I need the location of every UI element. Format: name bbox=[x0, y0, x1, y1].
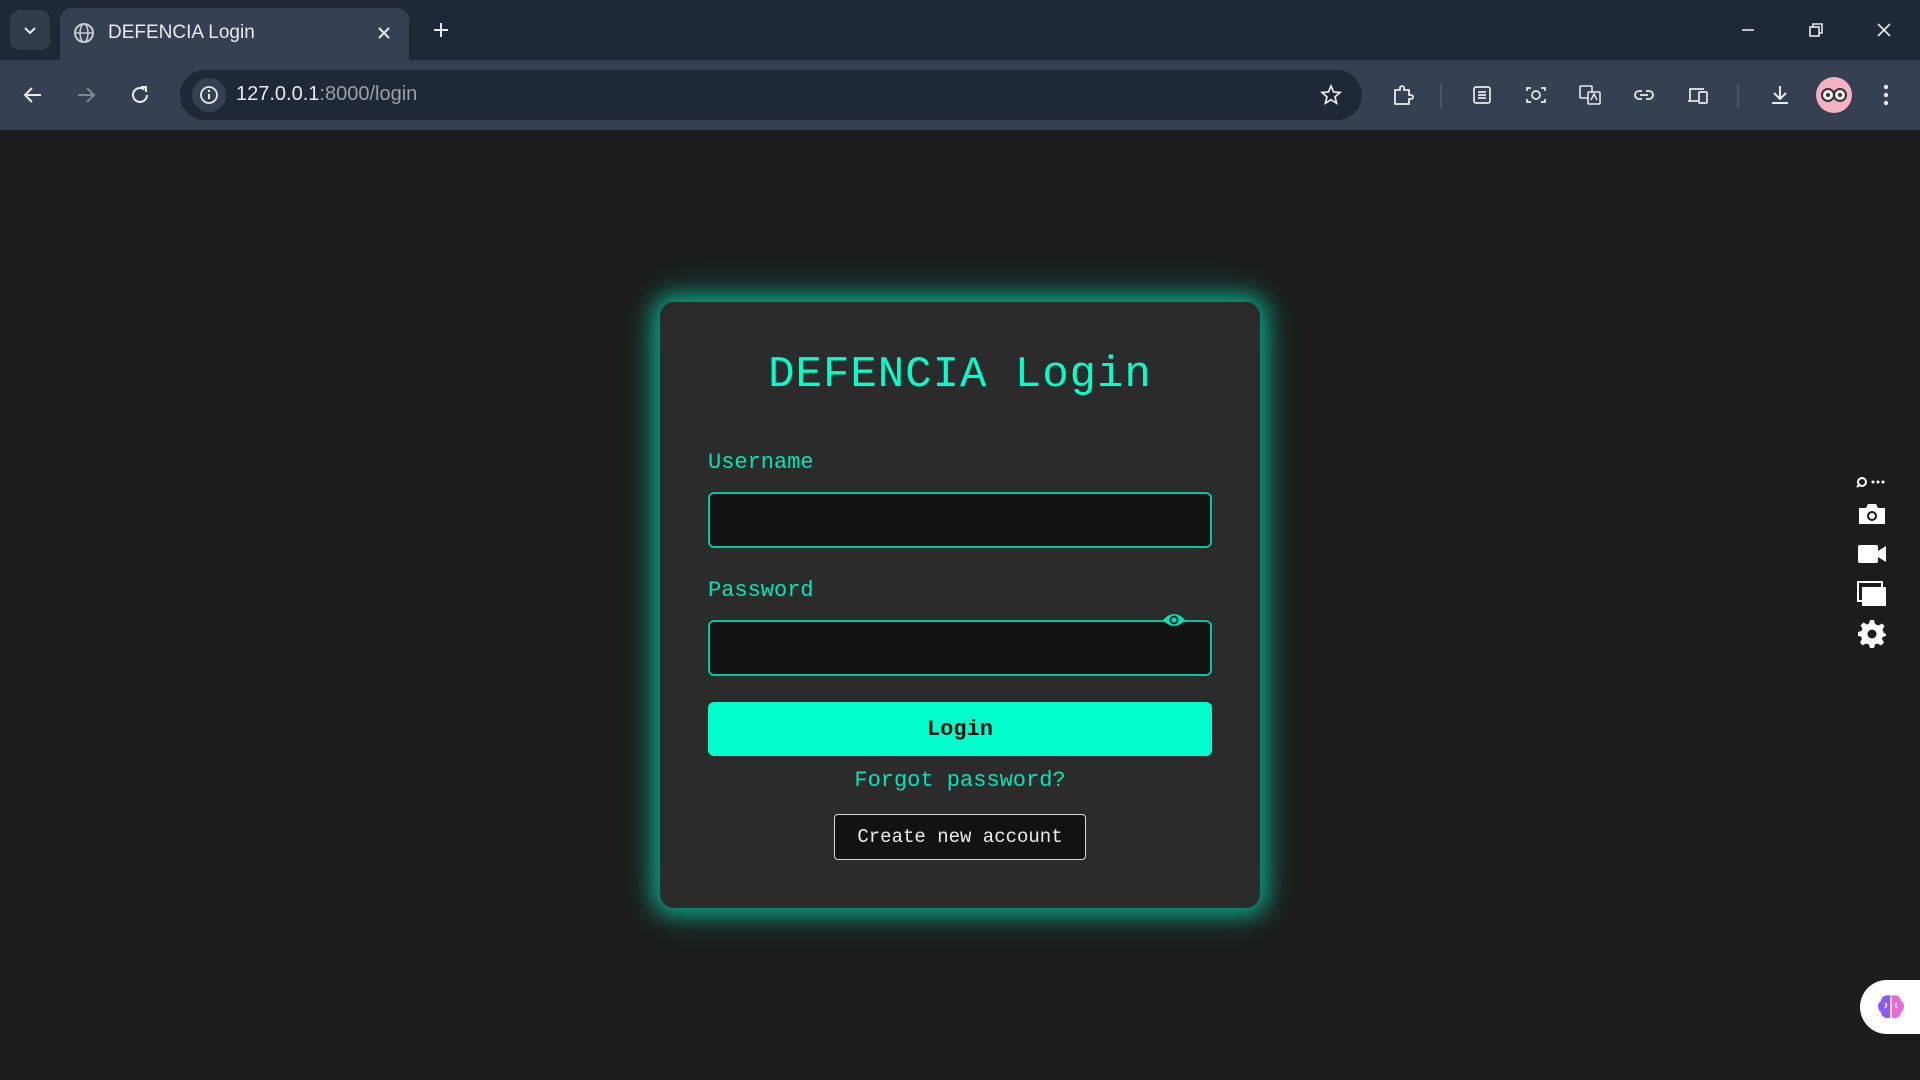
forward-button[interactable] bbox=[68, 77, 104, 113]
more-horizontal-icon bbox=[1871, 480, 1885, 484]
ai-assistant-button[interactable] bbox=[1860, 980, 1920, 1034]
site-info-button[interactable] bbox=[192, 78, 226, 112]
restore-button[interactable] bbox=[1782, 0, 1850, 60]
arrow-right-icon bbox=[78, 87, 96, 103]
download-icon bbox=[1772, 86, 1788, 104]
username-input[interactable] bbox=[708, 492, 1212, 548]
devices-icon bbox=[1688, 88, 1708, 104]
reading-list-icon bbox=[1473, 86, 1491, 104]
minimize-button[interactable] bbox=[1714, 0, 1782, 60]
link-icon bbox=[1634, 90, 1654, 100]
new-tab-button[interactable] bbox=[424, 13, 458, 47]
camera-scan-icon bbox=[1526, 87, 1546, 103]
close-window-button[interactable] bbox=[1850, 0, 1918, 60]
avatar-icon bbox=[1821, 88, 1847, 102]
create-account-button[interactable]: Create new account bbox=[834, 814, 1086, 860]
record-video-button[interactable] bbox=[1856, 538, 1888, 570]
eye-icon bbox=[1163, 614, 1185, 626]
restore-icon bbox=[1809, 23, 1823, 37]
capture-screenshot-button[interactable] bbox=[1856, 498, 1888, 530]
translate-button[interactable] bbox=[1572, 77, 1608, 113]
downloads-button[interactable] bbox=[1762, 77, 1798, 113]
copy-link-button[interactable] bbox=[1626, 77, 1662, 113]
url-text[interactable]: 127.0.0.1:8000/login bbox=[236, 83, 417, 106]
puzzle-icon bbox=[1394, 85, 1414, 105]
url-path: :8000/login bbox=[319, 83, 418, 105]
login-button[interactable]: Login bbox=[708, 702, 1212, 756]
device-toolbar-button[interactable] bbox=[1680, 77, 1716, 113]
close-icon bbox=[378, 27, 390, 39]
active-tab[interactable]: DEFENCIA Login bbox=[60, 8, 409, 60]
browser-toolbar: 127.0.0.1:8000/login bbox=[0, 60, 1920, 130]
chevron-down-icon bbox=[24, 27, 36, 35]
username-label: Username bbox=[708, 450, 814, 475]
close-icon bbox=[1877, 23, 1891, 37]
toolbar-divider bbox=[1440, 84, 1442, 108]
password-label: Password bbox=[708, 578, 814, 603]
gear-icon bbox=[1858, 620, 1886, 648]
url-host: 127.0.0.1 bbox=[236, 83, 320, 105]
reload-button[interactable] bbox=[122, 77, 158, 113]
page-viewport: DEFENCIA Login Username Password Login F… bbox=[0, 130, 1920, 1080]
login-card: DEFENCIA Login Username Password Login F… bbox=[660, 302, 1260, 908]
toolbar-divider bbox=[1737, 84, 1739, 108]
reading-list-button[interactable] bbox=[1464, 77, 1500, 113]
info-icon bbox=[200, 86, 218, 104]
globe-icon bbox=[74, 23, 94, 43]
brain-icon bbox=[1878, 995, 1904, 1019]
video-camera-icon bbox=[1858, 545, 1886, 563]
windows-stack-icon bbox=[1857, 581, 1886, 606]
camera-icon bbox=[1859, 504, 1885, 524]
settings-button[interactable] bbox=[1856, 618, 1888, 650]
tab-strip: DEFENCIA Login bbox=[0, 0, 1920, 60]
extensions-button[interactable] bbox=[1385, 77, 1421, 113]
password-input[interactable] bbox=[708, 620, 1212, 676]
gallery-button[interactable] bbox=[1856, 578, 1888, 610]
reload-icon bbox=[132, 86, 148, 103]
tab-title: DEFENCIA Login bbox=[108, 22, 255, 43]
minimize-icon bbox=[1742, 29, 1754, 31]
translate-icon bbox=[1579, 85, 1601, 105]
profile-avatar-button[interactable] bbox=[1816, 77, 1852, 113]
back-button[interactable] bbox=[15, 77, 51, 113]
show-password-toggle[interactable] bbox=[1162, 611, 1186, 629]
plus-icon bbox=[434, 23, 448, 37]
screenshot-button[interactable] bbox=[1518, 77, 1554, 113]
login-title: DEFENCIA Login bbox=[768, 350, 1152, 400]
tab-search-button[interactable] bbox=[10, 10, 50, 50]
address-bar[interactable]: 127.0.0.1:8000/login bbox=[180, 70, 1362, 120]
browser-menu-button[interactable] bbox=[1868, 77, 1904, 113]
bookmark-button[interactable] bbox=[1314, 78, 1348, 112]
pin-icon bbox=[1856, 477, 1867, 488]
star-icon bbox=[1320, 84, 1342, 105]
more-vertical-icon bbox=[1883, 84, 1889, 106]
arrow-left-icon bbox=[23, 87, 41, 103]
forgot-password-link[interactable]: Forgot password? bbox=[660, 768, 1260, 793]
pin-options-button[interactable] bbox=[1856, 474, 1890, 490]
close-tab-button[interactable] bbox=[371, 20, 397, 46]
